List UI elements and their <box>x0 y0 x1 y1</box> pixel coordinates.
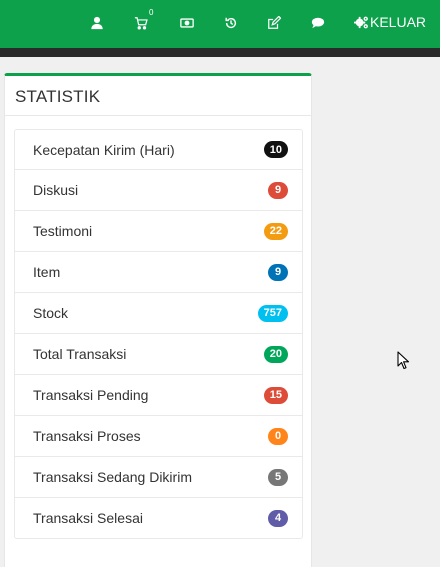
statistics-panel: STATISTIK Kecepatan Kirim (Hari) 10 Diskus… <box>4 73 312 567</box>
stat-label: Kecepatan Kirim (Hari) <box>33 141 175 158</box>
stat-count-badge: 4 <box>268 509 288 527</box>
panel-title: STATISTIK <box>15 87 101 106</box>
stat-label: Transaksi Selesai <box>33 510 143 526</box>
list-item[interactable]: Stock 757 <box>14 293 303 334</box>
stat-count-badge: 9 <box>268 263 288 281</box>
stat-count-badge: 5 <box>268 468 288 486</box>
cart-count-badge: 0 <box>149 8 154 17</box>
money-icon[interactable] <box>177 13 197 33</box>
list-item[interactable]: Transaksi Proses 0 <box>14 416 303 457</box>
list-item[interactable]: Kecepatan Kirim (Hari) 10 <box>14 129 303 170</box>
chat-icon[interactable] <box>308 13 328 33</box>
stat-label: Diskusi <box>33 182 79 198</box>
panel-header: STATISTIK <box>5 76 311 116</box>
stat-label: Transaksi Sedang Dikirim <box>33 469 192 485</box>
list-item[interactable]: Total Transaksi 20 <box>14 334 303 375</box>
statistics-list: Kecepatan Kirim (Hari) 10 Diskusi 9 Testimon… <box>14 129 303 539</box>
history-icon[interactable] <box>221 13 241 33</box>
top-navbar: 0 KELUAR <box>0 0 440 48</box>
stat-label: Stock <box>33 305 69 321</box>
cart-icon[interactable] <box>131 13 151 33</box>
stat-count-badge: 9 <box>268 181 288 199</box>
stat-label: Item <box>33 264 61 280</box>
stat-count-badge: 0 <box>268 427 288 445</box>
stat-count-badge: 15 <box>263 386 288 404</box>
gears-icon <box>354 16 368 28</box>
list-item[interactable]: Transaksi Selesai 4 <box>14 498 303 539</box>
stat-count-badge: 757 <box>257 304 288 322</box>
stat-label: Transaksi Pending <box>33 387 149 403</box>
stat-label: Total Transaksi <box>33 346 127 362</box>
stat-count-badge: 22 <box>263 222 288 240</box>
logout-label: KELUAR <box>370 14 427 30</box>
list-item[interactable]: Testimoni 22 <box>14 211 303 252</box>
list-item[interactable]: Transaksi Sedang Dikirim 5 <box>14 457 303 498</box>
edit-icon[interactable] <box>264 13 284 33</box>
stat-label: Transaksi Proses <box>33 428 141 444</box>
mouse-cursor-icon <box>397 351 410 370</box>
list-item[interactable]: Transaksi Pending 15 <box>14 375 303 416</box>
logout-button[interactable]: KELUAR <box>354 14 426 30</box>
user-icon[interactable] <box>87 13 107 33</box>
stat-label: Testimoni <box>33 223 93 239</box>
stat-count-badge: 20 <box>263 345 288 363</box>
list-item[interactable]: Diskusi 9 <box>14 170 303 211</box>
list-item[interactable]: Item 9 <box>14 252 303 293</box>
navbar-divider <box>0 48 440 57</box>
stat-count-badge: 10 <box>263 141 288 158</box>
